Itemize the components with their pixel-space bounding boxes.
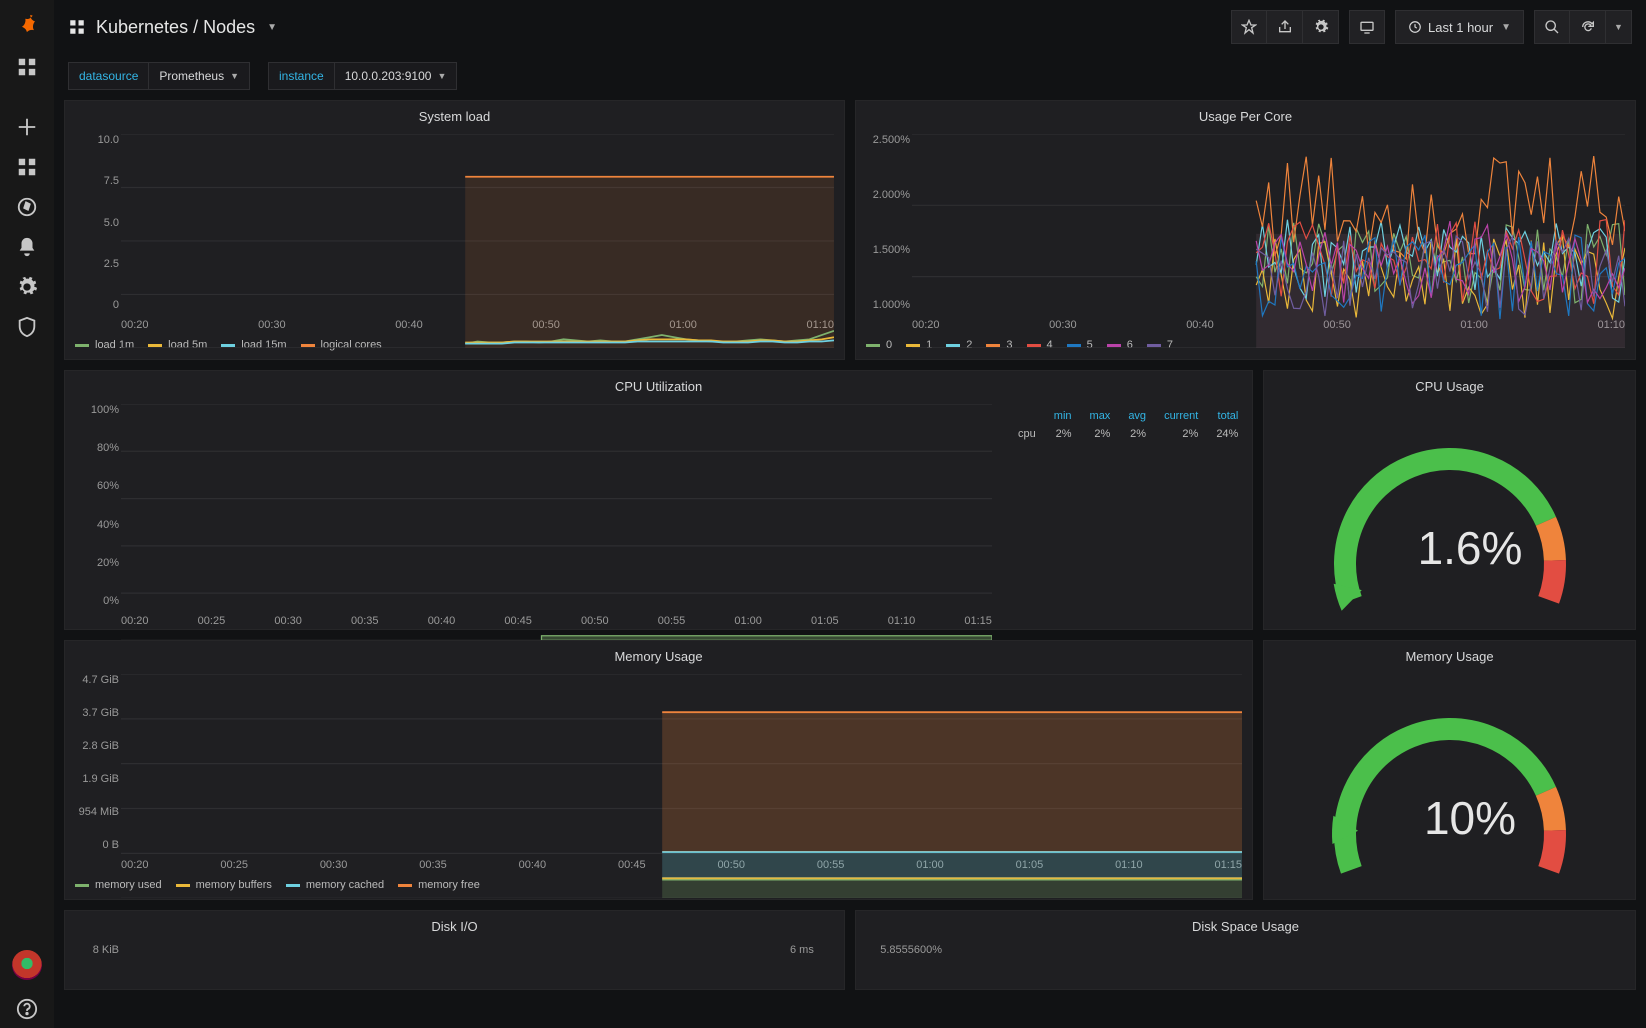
share-button[interactable]	[1267, 10, 1303, 44]
apps-icon	[68, 18, 86, 36]
y-axis: 4.7 GiB3.7 GiB2.8 GiB1.9 GiB954 MiB0 B	[71, 674, 119, 851]
chart-plot	[121, 134, 834, 348]
var-label: instance	[268, 62, 334, 90]
dashboard-title: Kubernetes / Nodes	[96, 17, 255, 38]
chevron-down-icon: ▼	[230, 71, 239, 81]
panel-system-load[interactable]: System load 10.07.55.02.50 00:2000:3000:…	[64, 100, 845, 360]
star-button[interactable]	[1231, 10, 1267, 44]
gauge: 1.6%	[1310, 414, 1590, 614]
y-axis: 2.500%2.000%1.500%1.000%	[862, 134, 910, 311]
var-instance: instance 10.0.0.203:9100▼	[268, 62, 457, 90]
tv-mode-button[interactable]	[1349, 10, 1385, 44]
chevron-down-icon: ▼	[1501, 22, 1511, 33]
panel-disk-space[interactable]: Disk Space Usage 5.8555600%	[855, 910, 1636, 990]
alert-bell-icon[interactable]	[8, 228, 46, 266]
dashboard-title-wrap[interactable]: Kubernetes / Nodes ▼	[68, 17, 277, 38]
refresh-interval-button[interactable]: ▼	[1606, 10, 1632, 44]
side-nav	[0, 0, 54, 1028]
explore-icon[interactable]	[8, 188, 46, 226]
var-label: datasource	[68, 62, 148, 90]
zoom-out-button[interactable]	[1534, 10, 1570, 44]
toolbar-group-1	[1231, 10, 1339, 44]
chart-plot	[121, 674, 1242, 898]
y-axis-left: 5.8555600%	[862, 944, 942, 967]
toolbar-group-3: ▼	[1534, 10, 1632, 44]
panel-cpu-gauge[interactable]: CPU Usage 1.6%	[1263, 370, 1636, 630]
toolbar-group-2	[1349, 10, 1385, 44]
legend-table: minmaxavgcurrenttotalcpu2%2%2%2%24%	[1002, 406, 1248, 444]
panel-title: Memory Usage	[1264, 641, 1635, 668]
dashboards-icon[interactable]	[8, 148, 46, 186]
var-value-dropdown[interactable]: Prometheus▼	[148, 62, 250, 90]
legend-table-wrap: minmaxavgcurrenttotalcpu2%2%2%2%24%	[1002, 398, 1252, 629]
user-avatar[interactable]	[12, 950, 42, 980]
gauge: 10%	[1310, 684, 1590, 884]
variable-bar: datasource Prometheus▼ instance 10.0.0.2…	[54, 54, 1646, 94]
panel-title: Usage Per Core	[856, 101, 1635, 128]
y-axis: 100%80%60%40%20%0%	[71, 404, 119, 607]
y-axis: 10.07.55.02.50	[71, 134, 119, 311]
panel-title: System load	[65, 101, 844, 128]
settings-gear-icon[interactable]	[8, 268, 46, 306]
panel-memory-usage[interactable]: Memory Usage 4.7 GiB3.7 GiB2.8 GiB1.9 Gi…	[64, 640, 1253, 900]
help-icon[interactable]	[8, 990, 46, 1028]
y-axis-right: 6 ms	[790, 944, 838, 967]
panel-title: CPU Usage	[1264, 371, 1635, 398]
refresh-button[interactable]	[1570, 10, 1606, 44]
chevron-down-icon: ▼	[267, 22, 277, 33]
var-value-dropdown[interactable]: 10.0.0.203:9100▼	[334, 62, 458, 90]
time-range-button[interactable]: Last 1 hour ▼	[1395, 10, 1524, 44]
panel-usage-per-core[interactable]: Usage Per Core 2.500%2.000%1.500%1.000% …	[855, 100, 1636, 360]
legend-item[interactable]: 0	[866, 339, 892, 351]
grafana-logo-icon[interactable]	[8, 8, 46, 46]
plus-icon[interactable]	[8, 108, 46, 146]
panel-memory-gauge[interactable]: Memory Usage 10%	[1263, 640, 1636, 900]
chart-plot	[121, 404, 992, 640]
panel-cpu-utilization[interactable]: CPU Utilization 100%80%60%40%20%0% 00:20…	[64, 370, 1253, 630]
panel-title: Disk I/O	[65, 911, 844, 938]
shield-icon[interactable]	[8, 308, 46, 346]
chart-plot	[912, 134, 1625, 348]
clock-icon	[1408, 20, 1422, 34]
panel-disk-io[interactable]: Disk I/O 8 KiB 6 ms	[64, 910, 845, 990]
apps-icon[interactable]	[8, 48, 46, 86]
y-axis-left: 8 KiB	[71, 944, 119, 967]
dashboard-grid: System load 10.07.55.02.50 00:2000:3000:…	[54, 94, 1646, 1028]
settings-button[interactable]	[1303, 10, 1339, 44]
main: Kubernetes / Nodes ▼ Last 1 hour ▼ ▼ dat…	[54, 0, 1646, 1028]
chevron-down-icon: ▼	[437, 71, 446, 81]
topbar: Kubernetes / Nodes ▼ Last 1 hour ▼ ▼	[54, 0, 1646, 54]
svg-text:1.6%: 1.6%	[1417, 522, 1522, 574]
panel-title: Disk Space Usage	[856, 911, 1635, 938]
panel-title: Memory Usage	[65, 641, 1252, 668]
var-datasource: datasource Prometheus▼	[68, 62, 250, 90]
panel-title: CPU Utilization	[65, 371, 1252, 398]
time-range-label: Last 1 hour	[1428, 20, 1493, 35]
svg-text:10%: 10%	[1423, 792, 1515, 844]
